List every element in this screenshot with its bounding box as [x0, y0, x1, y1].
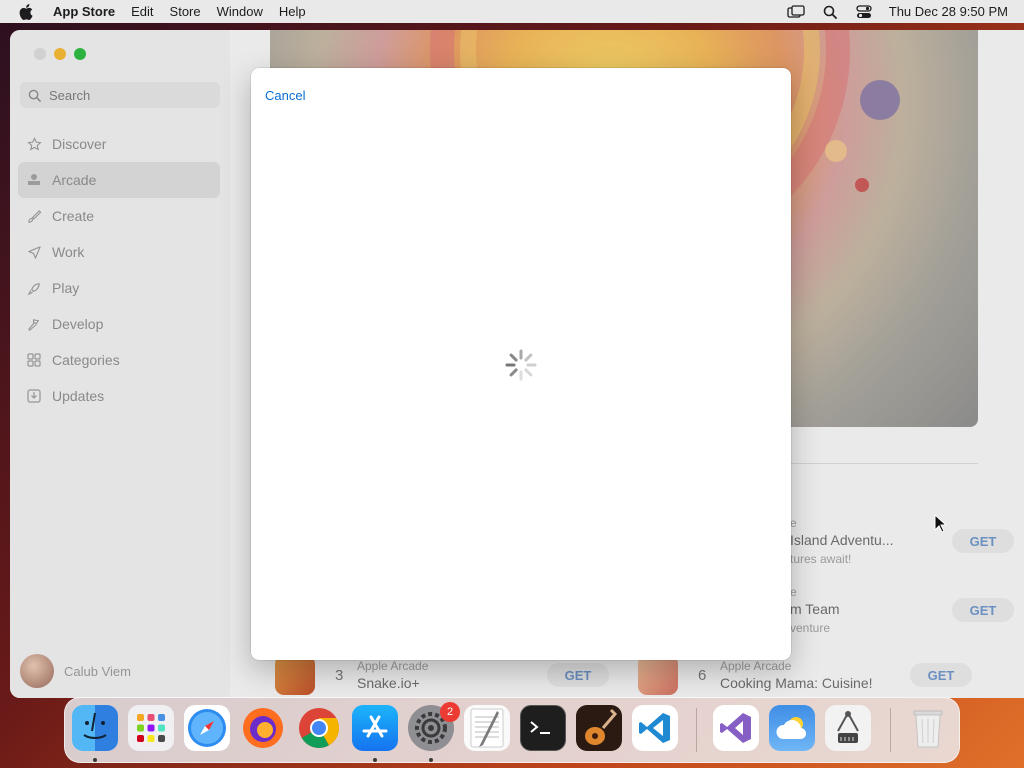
vscode-icon: [639, 713, 670, 743]
dock-app-trash[interactable]: [905, 705, 951, 751]
dock-app-safari[interactable]: [184, 705, 230, 751]
screen-mirroring-icon[interactable]: [787, 4, 805, 19]
loading-spinner-icon: [505, 349, 537, 381]
dock-separator: [890, 708, 891, 752]
app-store-icon: [362, 715, 388, 738]
running-indicator: [429, 758, 433, 762]
menu-edit[interactable]: Edit: [123, 0, 161, 23]
dock-app-system-settings[interactable]: 2: [408, 702, 460, 751]
chrome-icon: [299, 708, 339, 748]
cancel-button[interactable]: Cancel: [265, 88, 305, 103]
finder-icon: [83, 712, 107, 739]
dock-app-app-store[interactable]: [352, 705, 398, 751]
dock-separator: [696, 708, 697, 752]
menu-app-name[interactable]: App Store: [49, 0, 123, 23]
running-indicator: [93, 758, 97, 762]
firefox-icon: [243, 708, 283, 748]
dock-app-finder[interactable]: [72, 705, 118, 751]
safari-icon: [188, 709, 226, 747]
apple-logo-icon[interactable]: [19, 3, 35, 20]
dock: 2: [64, 697, 960, 763]
trash-icon: [913, 710, 943, 748]
dock-app-scanner[interactable]: [825, 705, 871, 751]
launchpad-icon: [137, 714, 165, 742]
dock-app-textedit[interactable]: [464, 705, 510, 751]
dock-app-chrome[interactable]: [296, 705, 342, 751]
menu-store[interactable]: Store: [162, 0, 209, 23]
control-center-icon[interactable]: [855, 4, 873, 19]
guitar-icon: [585, 708, 617, 745]
weather-icon: [776, 717, 807, 740]
notification-badge: 2: [440, 702, 460, 722]
menu-window[interactable]: Window: [209, 0, 271, 23]
dock-app-weather[interactable]: [769, 705, 815, 751]
menu-help[interactable]: Help: [271, 0, 314, 23]
dock-app-visual-studio[interactable]: [713, 705, 759, 751]
running-indicator: [373, 758, 377, 762]
loading-sheet: Cancel: [251, 68, 791, 660]
textedit-icon: [470, 708, 504, 748]
menu-bar: App Store Edit Store Window Help Thu Dec…: [0, 0, 1024, 23]
dock-app-firefox[interactable]: [240, 705, 286, 751]
dock-app-garageband[interactable]: [576, 705, 622, 751]
visual-studio-icon: [720, 713, 751, 743]
scanner-icon: [837, 711, 859, 743]
dock-app-terminal[interactable]: [520, 705, 566, 751]
dock-app-launchpad[interactable]: [128, 705, 174, 751]
terminal-icon: [530, 721, 550, 734]
dock-app-vscode[interactable]: [632, 705, 678, 751]
spotlight-search-icon[interactable]: [821, 5, 839, 19]
menu-clock[interactable]: Thu Dec 28 9:50 PM: [889, 4, 1008, 19]
mouse-pointer-icon: [934, 514, 948, 533]
